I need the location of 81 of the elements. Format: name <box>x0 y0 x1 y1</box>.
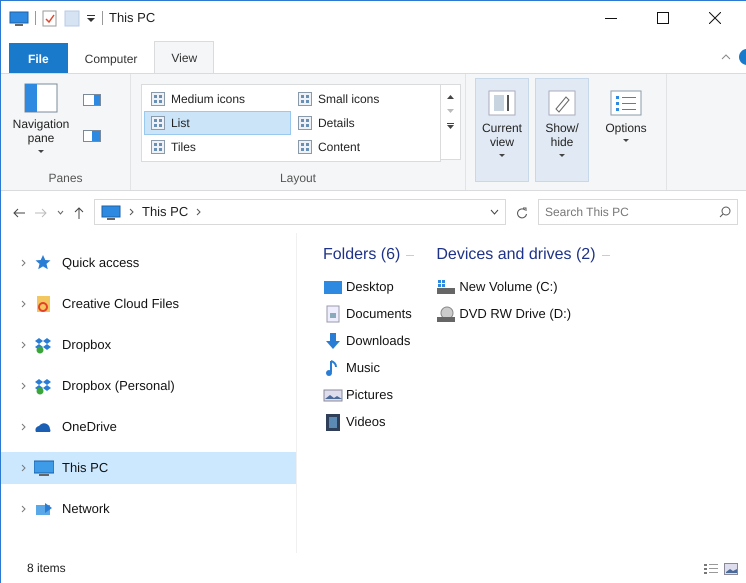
sidebar-item[interactable]: Network <box>1 493 296 525</box>
file-tab[interactable]: File <box>9 43 68 73</box>
maximize-icon <box>657 12 669 24</box>
ribbon-tab[interactable]: Computer <box>68 43 154 73</box>
group-label: Panes <box>47 170 84 187</box>
folder-item[interactable]: Pictures <box>323 381 393 408</box>
drive-item[interactable]: New Volume (C:) <box>436 273 558 300</box>
layout-option[interactable]: Medium icons <box>144 87 291 111</box>
address-field[interactable]: This PC <box>94 199 506 225</box>
view-icon <box>298 116 312 130</box>
sidebar-item[interactable]: This PC <box>1 452 296 484</box>
chevron-right-icon <box>21 382 26 390</box>
chevron-right-icon <box>21 300 26 308</box>
properties-icon[interactable] <box>42 10 58 26</box>
sidebar-item[interactable]: Quick access <box>1 247 296 279</box>
computer-icon <box>9 10 29 26</box>
checklist-icon <box>609 89 643 117</box>
sidebar-item[interactable]: Dropbox (Personal) <box>1 370 296 402</box>
layout-option[interactable]: Details <box>291 111 438 135</box>
chevron-down-icon <box>57 210 64 216</box>
view-icon <box>298 92 312 106</box>
download-arrow-icon <box>323 332 343 350</box>
chevron-down-icon[interactable] <box>490 209 499 215</box>
help-icon[interactable] <box>739 49 746 65</box>
network-icon <box>34 500 54 518</box>
ribbon-button[interactable]: Current view <box>475 78 529 182</box>
ribbon-button[interactable]: Show/ hide <box>535 78 589 182</box>
chevron-right-icon <box>21 505 26 513</box>
layout-option[interactable]: Tiles <box>144 135 291 159</box>
chevron-right-icon <box>129 208 134 216</box>
status-text: 8 items <box>27 560 66 577</box>
folder-item[interactable]: Music <box>323 354 380 381</box>
close-icon <box>709 12 721 24</box>
chevron-right-icon <box>21 259 26 267</box>
folder-item[interactable]: Downloads <box>323 327 410 354</box>
ribbon-tab[interactable]: View <box>154 41 214 73</box>
chevron-right-icon <box>196 208 202 216</box>
layout-option[interactable]: Content <box>291 135 438 159</box>
window-title: This PC <box>109 9 156 28</box>
search-icon <box>719 206 731 218</box>
chevron-right-icon <box>21 423 26 431</box>
scroll-up-icon[interactable] <box>447 95 454 99</box>
back-arrow-icon <box>13 208 25 218</box>
sidebar-item[interactable]: Creative Cloud Files <box>1 288 296 320</box>
caret-icon <box>38 150 44 153</box>
drive-icon <box>436 278 456 296</box>
navigation-pane-button[interactable]: Navigation pane <box>8 78 74 155</box>
folder-item[interactable]: Documents <box>323 300 412 327</box>
image-icon <box>724 562 738 575</box>
folder-item[interactable]: Videos <box>323 408 386 435</box>
film-icon <box>323 412 343 430</box>
view-icon <box>151 92 165 106</box>
up-arrow-icon <box>74 206 84 219</box>
layout-option[interactable]: Small icons <box>291 87 438 111</box>
view-icon <box>151 116 165 130</box>
computer-icon <box>34 459 54 477</box>
view-icon <box>298 140 312 154</box>
view-icon <box>151 140 165 154</box>
chevron-right-icon <box>21 341 26 349</box>
caret-icon <box>623 139 629 142</box>
drive-item[interactable]: DVD RW Drive (D:) <box>436 300 572 327</box>
ribbon-button[interactable]: Options <box>595 78 657 182</box>
caret-icon <box>499 154 505 157</box>
section-heading: Devices and drives (2) <box>436 245 596 265</box>
caret-icon <box>559 154 565 157</box>
layout-option[interactable]: List <box>144 111 291 135</box>
folder-item[interactable]: Desktop <box>323 273 394 300</box>
sidebar-item[interactable]: OneDrive <box>1 411 296 443</box>
sidebar-item[interactable]: Dropbox <box>1 329 296 361</box>
list-icon <box>704 562 718 575</box>
collapse-ribbon-icon[interactable] <box>721 53 731 61</box>
chevron-right-icon <box>21 464 26 472</box>
dropdown-icon[interactable] <box>86 13 96 23</box>
computer-icon <box>101 204 121 220</box>
refresh-icon <box>516 206 528 219</box>
expand-icon[interactable] <box>447 123 454 129</box>
forward-arrow-icon <box>35 208 47 218</box>
section-heading: Folders (6) <box>323 245 400 265</box>
disc-drive-icon <box>436 304 456 322</box>
search-field[interactable]: Search This PC <box>538 199 738 225</box>
group-label: Layout <box>278 170 318 187</box>
